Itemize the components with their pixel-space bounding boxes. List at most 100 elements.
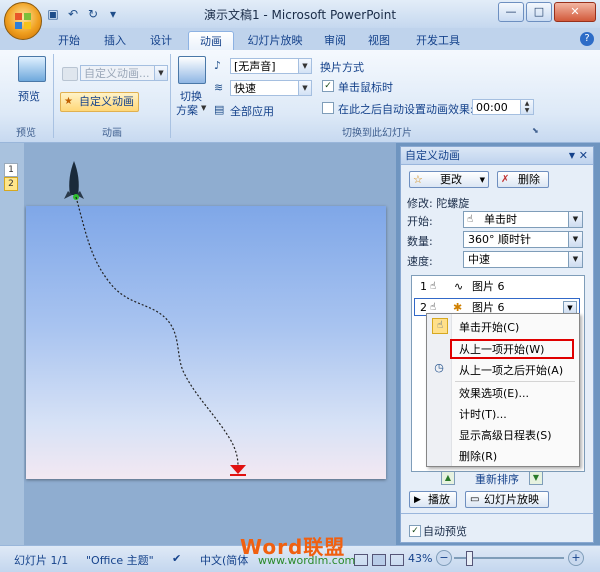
move-down-icon[interactable]: ▼ (529, 471, 543, 485)
zoom-level: 43% (408, 552, 433, 565)
window-controls: — □ ✕ (498, 2, 596, 22)
chevron-down-icon: ▼ (568, 232, 582, 247)
apply-all-button[interactable]: 全部应用 (230, 103, 274, 119)
transition-scheme-icon (178, 56, 206, 84)
animation-combo-value: 自定义动画... (84, 67, 150, 80)
auto-after-time-spinner[interactable]: 00:00 ▲ ▼ (472, 99, 534, 115)
on-click-checkbox[interactable]: ✓ (322, 80, 334, 92)
play-button[interactable]: ▶ 播放 (409, 491, 457, 508)
spell-check-icon[interactable]: ✔ (172, 552, 181, 565)
advance-slide-title: 换片方式 (320, 61, 364, 74)
autopreview-checkbox[interactable]: ✓ (409, 525, 421, 537)
transition-speed-combo[interactable]: 快速 ▼ (230, 80, 312, 96)
zoom-out-icon[interactable]: − (436, 550, 452, 566)
menu-item-start-after-previous[interactable]: 从上一项之后开始(A) (459, 362, 563, 378)
slide-sorter-icon[interactable] (372, 554, 386, 566)
on-click-label: 单击鼠标时 (338, 81, 393, 94)
tab-animations[interactable]: 动画 (188, 31, 234, 51)
motion-path[interactable] (75, 196, 239, 467)
pane-menu-icon[interactable]: ▼ (569, 147, 575, 165)
path-end-bar (230, 474, 246, 476)
transition-speed-value: 快速 (234, 82, 256, 95)
auto-after-checkbox[interactable] (322, 102, 334, 114)
zoom-slider-thumb[interactable] (466, 551, 473, 566)
slideshow-button[interactable]: ▭ 幻灯片放映 (465, 491, 549, 508)
speed-combo[interactable]: 中速 ▼ (463, 251, 583, 268)
change-effect-button[interactable]: ☆ 更改 ▼ (409, 171, 489, 188)
close-button[interactable]: ✕ (554, 2, 596, 22)
chevron-down-icon: ▼ (298, 59, 311, 73)
chevron-down-icon: ▼ (568, 252, 582, 267)
animation-combo: 自定义动画... ▼ (80, 65, 168, 81)
star-icon: ★ (64, 96, 73, 107)
annotation-highlight-box (450, 339, 574, 359)
pane-close-icon[interactable]: ✕ (579, 147, 588, 165)
menu-item-show-advanced-timeline[interactable]: 显示高级日程表(S) (459, 427, 552, 443)
remove-effect-button[interactable]: ✗ 删除 (497, 171, 549, 188)
tab-home[interactable]: 开始 (52, 31, 86, 50)
animation-combo-icon (62, 67, 78, 81)
remove-effect-label: 删除 (518, 173, 540, 186)
slide-count: 幻灯片 1/1 (14, 554, 69, 567)
animation-item-index: 1 (420, 280, 427, 293)
path-end-marker (230, 465, 246, 474)
tab-design[interactable]: 设计 (144, 31, 178, 50)
auto-after-label: 在此之后自动设置动画效果: (338, 103, 474, 116)
menu-item-start-on-click[interactable]: 单击开始(C) (459, 319, 519, 335)
transition-scheme-label-2[interactable]: 方案 (176, 102, 198, 118)
thumbnail-number-1[interactable]: 1 (4, 163, 18, 177)
normal-view-icon[interactable] (354, 554, 368, 566)
tab-review[interactable]: 审阅 (318, 31, 352, 50)
mouse-click-icon: ☝ (432, 318, 448, 334)
amount-combo[interactable]: 360° 顺时针 ▼ (463, 231, 583, 248)
theme-name: "Office 主题" (86, 554, 154, 567)
preview-group-label: 预览 (16, 128, 36, 139)
custom-animation-button[interactable]: ★ 自定义动画 (60, 92, 139, 112)
slideshow-view-icon[interactable] (390, 554, 404, 566)
mouse-click-icon: ☝ (467, 214, 474, 225)
minimize-button[interactable]: — (498, 2, 524, 22)
tab-view[interactable]: 视图 (362, 31, 396, 50)
tab-slideshow[interactable]: 幻灯片放映 (240, 31, 310, 50)
pane-divider (401, 513, 593, 514)
dialog-launcher-icon[interactable]: ⬊ (532, 126, 539, 135)
slideshow-label: 幻灯片放映 (484, 493, 539, 506)
chevron-down-icon: ▼ (154, 66, 167, 80)
spinner-arrows-icon[interactable]: ▲ ▼ (520, 100, 533, 114)
office-button[interactable] (4, 2, 42, 40)
thumbnail-number-2[interactable]: 2 (4, 177, 18, 191)
reorder-label: 重新排序 (475, 473, 519, 486)
slideshow-icon: ▭ (470, 494, 480, 505)
maximize-button[interactable]: □ (526, 2, 552, 22)
start-combo-value: 单击时 (484, 213, 517, 226)
start-combo[interactable]: ☝ 单击时 ▼ (463, 211, 583, 228)
sound-icon: ♪ (214, 59, 222, 72)
zoom-in-icon[interactable]: + (568, 550, 584, 566)
help-icon[interactable]: ? (580, 32, 594, 46)
menu-separator (455, 381, 575, 382)
rocket-picture[interactable] (64, 161, 84, 199)
preview-button[interactable]: 预览 (18, 88, 40, 104)
menu-item-effect-options[interactable]: 效果选项(E)... (459, 385, 529, 401)
animation-item-name: 图片 6 (472, 280, 505, 293)
chevron-down-icon: ▼ (479, 176, 485, 184)
effect-context-menu: ☝ 单击开始(C) 从上一项开始(W) ◷ 从上一项之后开始(A) 效果选项(E… (426, 313, 580, 467)
tab-developer[interactable]: 开发工具 (408, 31, 468, 50)
group-divider (170, 54, 171, 138)
preview-icon (18, 56, 46, 82)
menu-item-remove[interactable]: 删除(R) (459, 448, 497, 464)
modify-label: 修改: 陀螺旋 (407, 197, 470, 210)
menu-item-timing[interactable]: 计时(T)... (459, 406, 507, 422)
ribbon-tabs: 开始 插入 设计 动画 幻灯片放映 审阅 视图 开发工具 ? (0, 28, 600, 51)
speed-combo-value: 中速 (468, 253, 490, 266)
start-label: 开始: (407, 215, 433, 228)
tab-insert[interactable]: 插入 (98, 31, 132, 50)
amount-combo-value: 360° 顺时针 (468, 233, 531, 246)
animation-group-label: 动画 (102, 128, 122, 139)
speed-label: 速度: (407, 255, 433, 268)
move-up-icon[interactable]: ▲ (441, 471, 455, 485)
animation-item-1[interactable]: 1 ☝ ∿ 图片 6 (414, 278, 580, 296)
transition-sound-combo[interactable]: [无声音] ▼ (230, 58, 312, 74)
auto-after-time-value: 00:00 (476, 101, 508, 114)
office-logo-icon (15, 13, 31, 29)
